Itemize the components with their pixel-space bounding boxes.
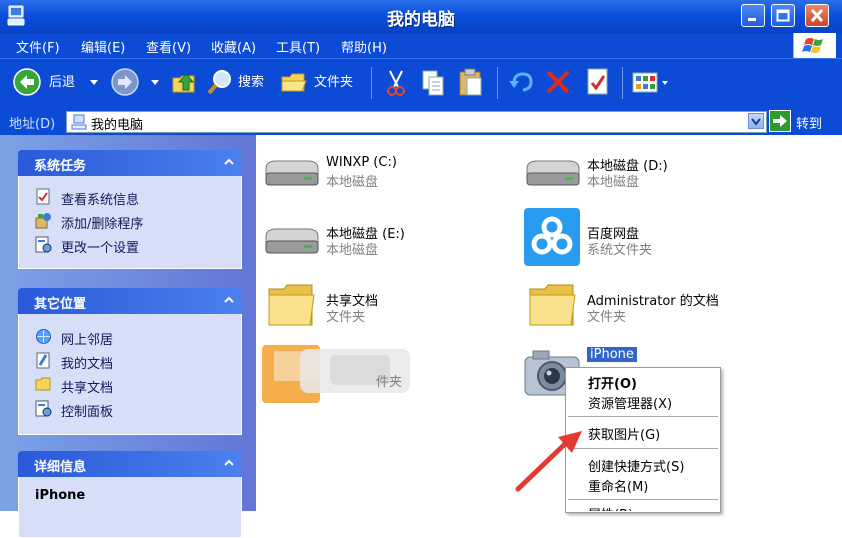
context-get-pictures[interactable]: 获取图片(G) (588, 424, 660, 443)
folders-icon[interactable] (280, 69, 308, 95)
drive-e-item[interactable]: 本地磁盘 (E:) 本地磁盘 (262, 219, 462, 275)
back-label[interactable]: 后退 (49, 71, 75, 90)
blurred-folder-item[interactable]: 件夹 (260, 341, 460, 407)
system-tasks-title: 系统任务 (34, 159, 87, 174)
hard-drive-icon (526, 160, 580, 186)
search-icon[interactable] (205, 67, 235, 97)
back-arrow-icon (13, 68, 41, 96)
forward-button[interactable] (110, 67, 140, 101)
context-rename[interactable]: 重命名(M) (588, 476, 648, 495)
folder-icon (529, 284, 576, 326)
my-documents-icon (36, 352, 50, 369)
forward-dropdown-icon[interactable] (151, 80, 159, 86)
context-create-shortcut[interactable]: 创建快捷方式(S) (588, 456, 684, 475)
collapse-icon[interactable] (224, 158, 234, 166)
back-button[interactable] (12, 67, 42, 101)
other-places-header[interactable]: 其它位置 (18, 288, 242, 314)
system-info-icon (36, 188, 50, 205)
window-title: 我的电脑 (387, 10, 455, 30)
folders-label[interactable]: 文件夹 (314, 71, 353, 90)
maximize-button[interactable] (771, 4, 795, 27)
windows-logo (793, 33, 836, 58)
address-label: 地址(D) (9, 117, 56, 132)
details-panel: 详细信息 iPhone (18, 451, 242, 538)
system-tasks-panel: 系统任务 查看系统信息 添加/删除程序 更改一个设置 (18, 150, 242, 269)
address-bar: 地址(D) 我的电脑 转到 (0, 107, 842, 135)
windows-flag-icon (802, 38, 823, 53)
details-item-name: iPhone (35, 488, 86, 503)
menu-help[interactable]: 帮助(H) (341, 37, 387, 56)
go-arrow-icon (773, 115, 787, 127)
menu-file[interactable]: 文件(F) (16, 37, 60, 56)
collapse-icon[interactable] (224, 459, 234, 467)
up-folder-icon[interactable] (170, 68, 198, 96)
go-button[interactable] (769, 110, 791, 132)
hard-drive-icon (265, 160, 319, 186)
maximize-icon (776, 9, 790, 22)
context-separator (568, 499, 718, 500)
cut-icon[interactable] (384, 69, 408, 97)
delete-icon[interactable] (545, 69, 571, 95)
control-panel-icon (35, 400, 52, 417)
task-pane: 系统任务 查看系统信息 添加/删除程序 更改一个设置 其它位置 网上邻居 我的文… (0, 135, 256, 538)
control-settings-icon (35, 236, 52, 253)
shared-documents-item[interactable]: 共享文档 文件夹 (266, 281, 466, 337)
title-bar[interactable]: 我的电脑 (0, 0, 842, 34)
hard-drive-icon (265, 228, 319, 254)
menu-edit[interactable]: 编辑(E) (81, 37, 125, 56)
annotation-arrow-icon (515, 431, 582, 492)
baidu-cloud-icon (524, 208, 580, 266)
context-open[interactable]: 打开(O) (588, 373, 637, 392)
folder-icon (268, 284, 315, 326)
menu-tools[interactable]: 工具(T) (276, 37, 320, 56)
toolbar: 后退 搜索 文件夹 (0, 58, 842, 107)
toolbar-separator-2 (497, 67, 498, 99)
details-header[interactable]: 详细信息 (18, 451, 242, 477)
address-dropdown-button[interactable] (748, 113, 764, 129)
context-explorer[interactable]: 资源管理器(X) (588, 393, 672, 412)
collapse-icon[interactable] (224, 296, 234, 304)
go-label[interactable]: 转到 (796, 113, 822, 132)
properties-icon[interactable] (585, 67, 611, 97)
back-dropdown-icon[interactable] (90, 80, 98, 86)
address-field[interactable]: 我的电脑 (66, 111, 767, 133)
menu-favorites[interactable]: 收藏(A) (211, 37, 256, 56)
views-icon[interactable] (632, 72, 672, 94)
chevron-down-icon (751, 118, 761, 126)
network-icon (36, 329, 51, 344)
details-body: iPhone (18, 477, 242, 538)
other-places-panel: 其它位置 网上邻居 我的文档 共享文档 控制面板 (18, 288, 242, 435)
context-separator (568, 448, 718, 449)
drive-c-item[interactable]: WINXP (C:) 本地磁盘 (262, 151, 462, 207)
close-button[interactable] (805, 4, 829, 27)
minimize-icon (748, 18, 756, 21)
undo-icon[interactable] (508, 69, 534, 95)
system-tasks-header[interactable]: 系统任务 (18, 150, 242, 176)
context-separator (568, 416, 718, 417)
my-computer-small-icon (71, 114, 87, 130)
other-places-body: 网上邻居 我的文档 共享文档 控制面板 (18, 314, 242, 435)
search-label[interactable]: 搜索 (238, 71, 264, 90)
details-title: 详细信息 (34, 460, 87, 475)
menu-view[interactable]: 查看(V) (146, 37, 191, 56)
forward-arrow-icon (111, 68, 139, 96)
close-icon (810, 9, 824, 22)
menu-bar: 文件(F) 编辑(E) 查看(V) 收藏(A) 工具(T) 帮助(H) (0, 33, 842, 58)
other-places-title: 其它位置 (34, 297, 87, 312)
drive-d-item[interactable]: 本地磁盘 (D:) 本地磁盘 (523, 151, 723, 207)
admin-documents-item[interactable]: Administrator 的文档 文件夹 (527, 281, 747, 337)
baidu-netdisk-item[interactable]: 百度网盘 系统文件夹 (523, 207, 743, 271)
toolbar-separator-3 (622, 67, 623, 99)
minimize-button[interactable] (741, 4, 765, 27)
address-value: 我的电脑 (91, 118, 144, 133)
add-remove-icon (35, 213, 51, 229)
copy-icon[interactable] (420, 69, 446, 97)
shared-folder-icon (35, 377, 51, 391)
context-properties[interactable]: 属性(R) (588, 504, 633, 511)
paste-icon[interactable] (458, 67, 484, 97)
system-tasks-body: 查看系统信息 添加/删除程序 更改一个设置 (18, 176, 242, 269)
toolbar-separator (371, 67, 372, 99)
